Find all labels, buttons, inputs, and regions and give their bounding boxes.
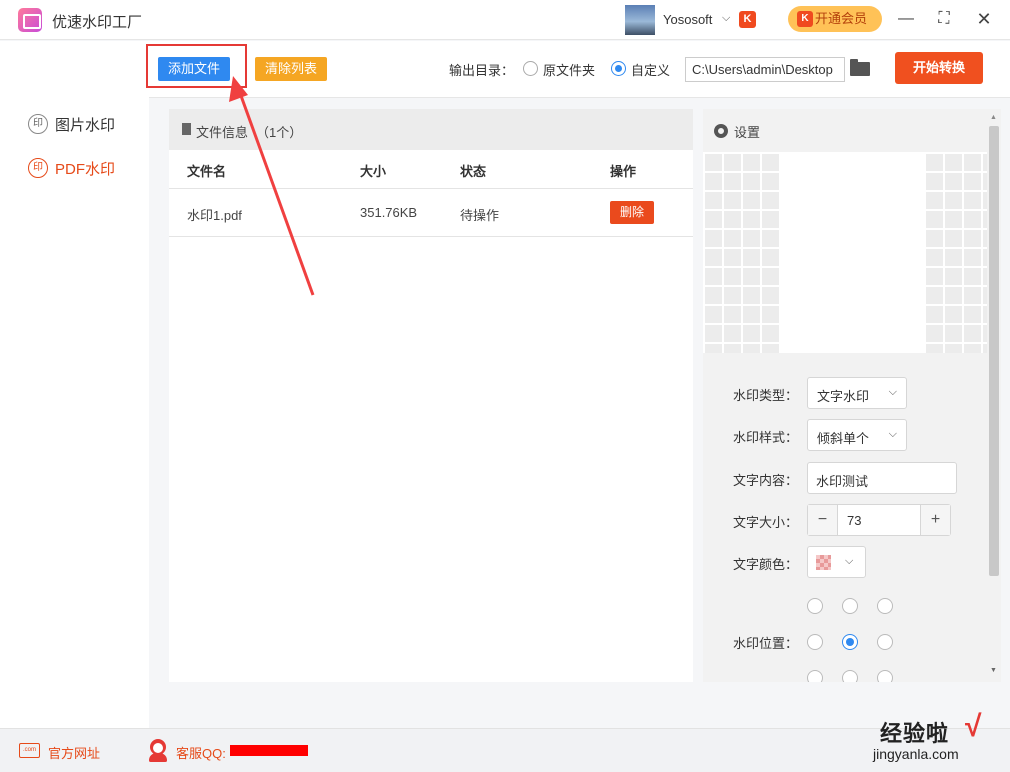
seal-icon: 印 xyxy=(28,158,48,178)
add-file-button[interactable]: 添加文件 xyxy=(158,57,230,81)
user-level-badge: K xyxy=(739,11,756,28)
watermark-position-label: 水印位置： xyxy=(733,636,799,651)
radio-original-folder[interactable] xyxy=(523,61,538,76)
watermark-style-select[interactable]: 倾斜单个 ⌵ xyxy=(807,419,907,451)
transparent-background xyxy=(924,152,989,353)
start-convert-button[interactable]: 开始转换 xyxy=(895,52,983,84)
radio-original-folder-label[interactable]: 原文件夹 xyxy=(543,60,595,79)
decrement-button[interactable]: − xyxy=(808,505,838,535)
text-content-label: 文字内容： xyxy=(733,473,799,488)
color-swatch xyxy=(816,555,831,570)
app-logo-icon xyxy=(18,8,42,32)
watermark-type-label: 水印类型： xyxy=(733,388,799,403)
watermark-style-label: 水印样式： xyxy=(733,430,799,445)
settings-header: 设置 xyxy=(703,109,989,152)
column-header-filename: 文件名 xyxy=(187,164,227,179)
font-size-stepper[interactable]: − 73 + xyxy=(807,504,951,536)
sidebar-item-image-watermark[interactable]: 印 图片水印 xyxy=(28,111,115,137)
increment-button[interactable]: + xyxy=(920,505,950,535)
chevron-down-icon: ⌵ xyxy=(888,386,897,398)
settings-title: 设置 xyxy=(734,125,761,140)
file-panel-header: 文件信息 （1个） xyxy=(169,109,693,150)
output-dir-label: 输出目录： xyxy=(449,63,515,78)
minimize-button[interactable]: — xyxy=(893,6,919,32)
text-content-input[interactable]: 水印测试 xyxy=(807,462,957,494)
cell-filename: 水印1.pdf xyxy=(187,208,242,223)
gear-icon xyxy=(714,124,728,138)
document-icon xyxy=(182,123,191,135)
delete-button[interactable]: 删除 xyxy=(610,201,654,224)
user-avatar[interactable] xyxy=(625,5,655,35)
user-name[interactable]: Yososoft xyxy=(663,12,712,27)
font-color-picker[interactable]: ⌵ xyxy=(807,546,866,578)
position-top-right[interactable] xyxy=(877,598,893,614)
font-size-label: 文字大小： xyxy=(733,515,799,530)
chevron-down-icon[interactable]: ⌵ xyxy=(722,12,730,25)
sidebar-item-label: 图片水印 xyxy=(55,116,116,134)
settings-panel: 设置 水印类型： 文字水印 ⌵ 水印样式： 倾斜单个 ⌵ 文字内容： 水印测试 … xyxy=(703,109,989,682)
toolbar: 添加文件 清除列表 输出目录： 原文件夹 自定义 C:\Users\admin\… xyxy=(146,41,1010,98)
website-link[interactable]: 官方网址 xyxy=(48,743,100,762)
watermark-type-select[interactable]: 文字水印 ⌵ xyxy=(807,377,907,409)
seal-icon: 印 xyxy=(28,114,48,134)
folder-icon[interactable] xyxy=(850,59,870,76)
watermark-type-value: 文字水印 xyxy=(817,389,870,404)
vip-badge-icon: K xyxy=(797,11,813,27)
cell-size: 351.76KB xyxy=(360,205,418,220)
watermark-url: jingyanla.com xyxy=(873,746,959,762)
position-middle-left[interactable] xyxy=(807,634,823,650)
font-color-label: 文字颜色： xyxy=(733,557,799,572)
redacted-qq-number xyxy=(230,745,308,756)
font-size-value[interactable]: 73 xyxy=(847,513,861,528)
radio-custom-folder-label[interactable]: 自定义 xyxy=(631,60,670,79)
sidebar-item-label: PDF水印 xyxy=(55,160,116,178)
close-button[interactable]: ✕ xyxy=(971,6,997,32)
scroll-down-icon[interactable]: ▼ xyxy=(990,667,997,674)
app-title: 优速水印工厂 xyxy=(52,14,143,31)
maximize-button[interactable]: ⛶ xyxy=(931,6,957,32)
website-icon[interactable]: .com xyxy=(19,743,40,758)
chevron-down-icon: ⌵ xyxy=(888,428,897,440)
divider xyxy=(169,188,693,189)
vip-button[interactable]: K 开通会员 xyxy=(788,6,882,32)
checkmark-icon: √ xyxy=(965,710,982,743)
position-top-center[interactable] xyxy=(842,598,858,614)
position-middle-right[interactable] xyxy=(877,634,893,650)
column-header-size: 大小 xyxy=(360,164,387,179)
watermark-brand: 经验啦 xyxy=(880,721,950,746)
scroll-up-icon[interactable]: ▲ xyxy=(990,114,997,121)
sidebar-item-pdf-watermark[interactable]: 印 PDF水印 xyxy=(28,155,115,181)
support-qq-label: 客服QQ: xyxy=(176,746,226,761)
sidebar: 印 图片水印 印 PDF水印 xyxy=(0,41,149,728)
position-bottom-center[interactable] xyxy=(842,670,858,682)
position-bottom-left[interactable] xyxy=(807,670,823,682)
cell-status: 待操作 xyxy=(460,208,500,223)
column-header-action: 操作 xyxy=(610,164,637,179)
footer: .com 官方网址 客服QQ: xyxy=(0,728,1010,772)
file-panel-title: 文件信息 xyxy=(196,125,249,140)
divider xyxy=(169,236,693,237)
radio-custom-folder[interactable] xyxy=(611,61,626,76)
title-bar: 优速水印工厂 Yososoft ⌵ K K 开通会员 — ⛶ ✕ xyxy=(0,0,1010,40)
column-header-status: 状态 xyxy=(460,164,487,179)
watermark-preview xyxy=(703,152,989,353)
customer-service-icon xyxy=(147,738,169,762)
chevron-down-icon: ⌵ xyxy=(845,555,854,567)
output-path-input[interactable]: C:\Users\admin\Desktop xyxy=(685,57,845,82)
position-top-left[interactable] xyxy=(807,598,823,614)
scrollbar-thumb[interactable] xyxy=(989,126,999,576)
file-count: （1个） xyxy=(256,125,303,140)
clear-list-button[interactable]: 清除列表 xyxy=(255,57,327,81)
position-middle-center[interactable] xyxy=(842,634,858,650)
site-watermark: 经验啦 √ jingyanla.com xyxy=(873,710,1003,766)
watermark-style-value: 倾斜单个 xyxy=(817,431,870,446)
position-bottom-right[interactable] xyxy=(877,670,893,682)
vip-button-label: 开通会员 xyxy=(815,11,868,26)
transparent-background xyxy=(703,152,780,353)
file-list-panel: 文件信息 （1个） 文件名 大小 状态 操作 水印1.pdf 351.76KB … xyxy=(169,109,693,682)
